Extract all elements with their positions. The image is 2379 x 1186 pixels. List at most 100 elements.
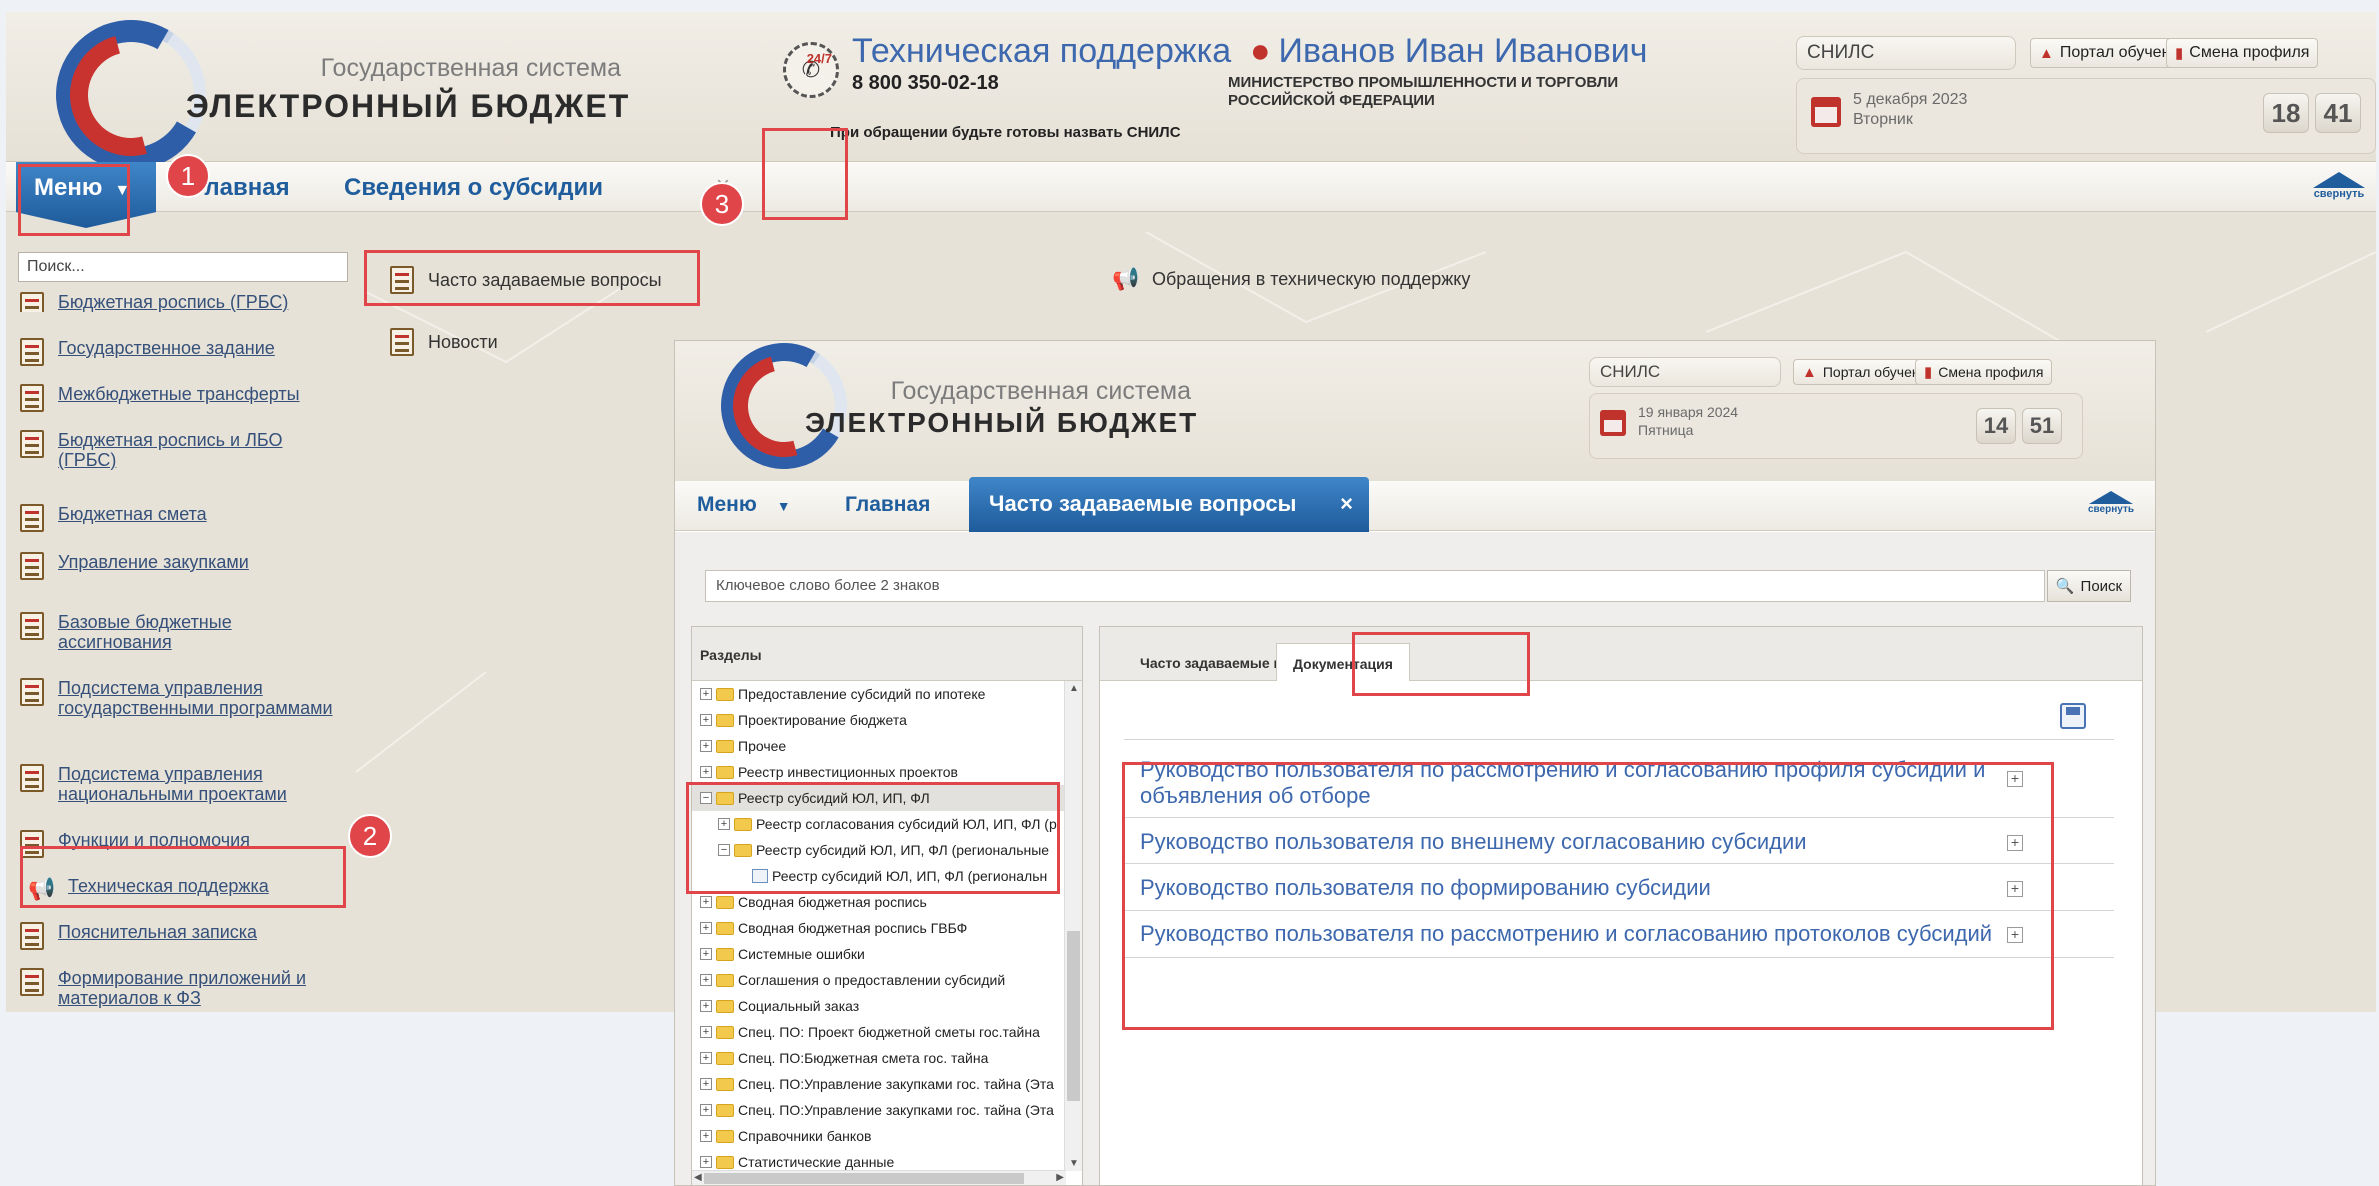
collapse-header-button[interactable]: свернуть	[2306, 172, 2372, 200]
window-menu-button[interactable]: Меню ▼	[697, 493, 791, 517]
document-icon	[20, 338, 44, 366]
sections-tree[interactable]: + Предоставление субсидий по ипотеке + Прое…	[692, 681, 1066, 1171]
tree-node[interactable]: + Предоставление субсидий по ипотеке	[692, 681, 985, 707]
tree-node-label: Соглашения о предоставлении субсидий	[738, 972, 1006, 988]
tree-node[interactable]: + Социальный заказ	[692, 993, 859, 1019]
expand-node-icon[interactable]: +	[700, 740, 712, 752]
expand-node-icon[interactable]: +	[700, 1026, 712, 1038]
window-header: Государственная система ЭЛЕКТРОННЫЙ БЮДЖ…	[675, 341, 2155, 484]
tree-node[interactable]: + Проектирование бюджета	[692, 707, 907, 733]
tree-node[interactable]: + Спец. ПО:Управление закупками гос. тайн…	[692, 1071, 1054, 1097]
expand-node-icon[interactable]: +	[700, 1104, 712, 1116]
tree-vertical-scrollbar[interactable]: ▲ ▼	[1064, 681, 1082, 1171]
document-icon	[20, 922, 44, 950]
document-icon	[390, 328, 414, 356]
tab-faq-active[interactable]: Часто задаваемые вопросы ×	[969, 477, 1369, 533]
step-badge-3: 3	[700, 182, 744, 226]
change-profile-button[interactable]: ▮ Смена профиля	[1915, 359, 2053, 385]
tree-node[interactable]: + Спец. ПО:Бюджетная смета гос. тайна	[692, 1045, 988, 1071]
triangle-up-icon	[2089, 491, 2133, 504]
tree-node[interactable]: + Спец. ПО:Управление закупками гос. тайн…	[692, 1097, 1054, 1123]
tree-node[interactable]: + Соглашения о предоставлении субсидий	[692, 967, 1005, 993]
keyword-search-input[interactable]: Ключевое слово более 2 знаков	[705, 570, 2045, 602]
folder-icon	[716, 1051, 734, 1065]
menu-item-procurement[interactable]: Управление закупками	[20, 552, 340, 580]
menu-item-explanatory-note[interactable]: Пояснительная записка	[20, 922, 340, 950]
document-icon	[20, 678, 44, 706]
menu-item-budget-lbo[interactable]: Бюджетная роспись и ЛБО (ГРБС)	[20, 430, 340, 470]
app-title-big: ЭЛЕКТРОННЫЙ БЮДЖЕТ	[805, 407, 1199, 438]
user-name[interactable]: ● Иванов Иван Иванович	[1250, 32, 1648, 71]
calendar-icon	[1600, 410, 1626, 436]
expand-node-icon[interactable]: +	[700, 948, 712, 960]
tree-node-label: Сводная бюджетная роспись	[738, 894, 927, 910]
change-profile-button[interactable]: ▮ Смена профиля	[2166, 38, 2319, 68]
switch-profile-icon: ▮	[2175, 45, 2184, 62]
header: Государственная система ЭЛЕКТРОННЫЙ БЮДЖ…	[6, 12, 2376, 187]
menu-search-input[interactable]: Поиск...	[18, 252, 348, 282]
menu-item-base-allocations[interactable]: Базовые бюджетные ассигнования	[20, 612, 340, 652]
expand-node-icon[interactable]: +	[700, 974, 712, 986]
tree-horizontal-scrollbar[interactable]: ◀ ▶	[692, 1170, 1066, 1185]
graduation-cap-icon: ▲	[2039, 44, 2054, 62]
switch-profile-icon: ▮	[1924, 364, 1933, 381]
expand-node-icon[interactable]: +	[700, 896, 712, 908]
app-logo	[39, 12, 223, 187]
expand-node-icon[interactable]: +	[700, 1078, 712, 1090]
expand-node-icon[interactable]: +	[700, 688, 712, 700]
user-icon: ●	[1250, 32, 1271, 70]
close-icon[interactable]: ×	[1340, 491, 1353, 517]
search-button[interactable]: 🔍 Поиск	[2047, 570, 2131, 602]
folder-icon	[716, 999, 734, 1013]
tree-node[interactable]: + Сводная бюджетная роспись ГВБФ	[692, 915, 967, 941]
submenu-tech-requests[interactable]: 📢 Обращения в техническую поддержку	[1112, 266, 1470, 292]
window-nav-home[interactable]: Главная	[845, 493, 930, 517]
menu-item-estimate[interactable]: Бюджетная смета	[20, 504, 340, 532]
menu-item-national-projects[interactable]: Подсистема управления национальными прое…	[20, 764, 340, 804]
tree-node[interactable]: + Спец. ПО: Проект бюджетной сметы гос.та…	[692, 1019, 1040, 1045]
tree-node[interactable]: + Системные ошибки	[692, 941, 865, 967]
expand-node-icon[interactable]: +	[700, 766, 712, 778]
submenu-news[interactable]: Новости	[390, 328, 498, 356]
highlight-faq	[364, 250, 700, 306]
sections-title: Разделы	[692, 627, 1082, 681]
expand-node-icon[interactable]: +	[700, 922, 712, 934]
menu-item-budget-grbs[interactable]: Бюджетная роспись (ГРБС)	[20, 292, 340, 312]
snils-field: СНИЛС	[1796, 36, 2016, 70]
tree-node-label: Системные ошибки	[738, 946, 865, 962]
support-title[interactable]: Техническая поддержка	[852, 32, 1231, 71]
search-icon: 🔍	[2055, 578, 2075, 595]
graduation-cap-icon: ▲	[1802, 363, 1817, 381]
collapse-header-button[interactable]: свернуть	[2081, 491, 2141, 515]
menu-item-state-task[interactable]: Государственное задание	[20, 338, 340, 366]
folder-icon	[716, 1077, 734, 1091]
expand-node-icon[interactable]: +	[700, 714, 712, 726]
date-text: 5 декабря 2023	[1853, 91, 1968, 108]
menu-item-transfers[interactable]: Межбюджетные трансферты	[20, 384, 340, 412]
expand-node-icon[interactable]: +	[700, 1052, 712, 1064]
tree-node-label: Спец. ПО:Бюджетная смета гос. тайна	[738, 1050, 989, 1066]
menu-item-attachments[interactable]: Формирование приложений и материалов к Ф…	[20, 968, 340, 1008]
support-24-7-icon[interactable]: ✆ 24/7	[783, 42, 839, 98]
folder-icon	[716, 687, 734, 701]
menu-item-state-programs[interactable]: Подсистема управления государственными п…	[20, 678, 340, 718]
clock-minutes: 51	[2022, 408, 2062, 444]
folder-icon	[716, 1103, 734, 1117]
expand-node-icon[interactable]: +	[700, 1000, 712, 1012]
expand-node-icon[interactable]: +	[700, 1156, 712, 1168]
support-phone: 8 800 350-02-18	[852, 72, 999, 94]
tab-subsidy-info[interactable]: Сведения о субсидии	[344, 174, 603, 202]
folder-icon	[716, 1025, 734, 1039]
tree-node-label: Справочники банков	[738, 1128, 872, 1144]
calendar-icon	[1811, 97, 1841, 127]
weekday-text: Вторник	[1853, 111, 1913, 128]
expand-node-icon[interactable]: +	[700, 1130, 712, 1142]
support-note: При обращении будьте готовы назвать СНИЛ…	[830, 124, 1181, 141]
tree-node-label: Спец. ПО:Управление закупками гос. тайна…	[738, 1076, 1054, 1092]
folder-icon	[716, 713, 734, 727]
tree-node[interactable]: + Статистические данные	[692, 1149, 894, 1171]
tree-node[interactable]: + Прочее	[692, 733, 786, 759]
folder-icon	[716, 1129, 734, 1143]
tree-node[interactable]: + Справочники банков	[692, 1123, 871, 1149]
save-icon[interactable]	[2060, 703, 2086, 729]
